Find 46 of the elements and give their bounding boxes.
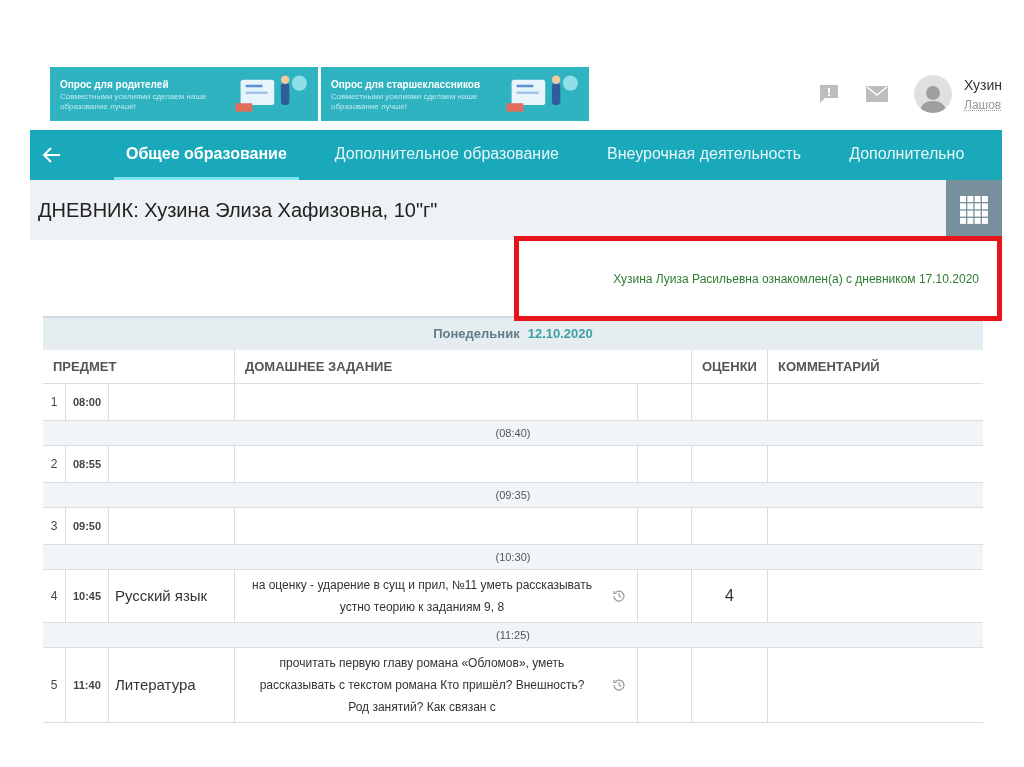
lesson-time: 08:55 <box>65 446 108 482</box>
lesson-time: 08:00 <box>65 384 108 420</box>
lesson-time: 11:40 <box>65 648 108 722</box>
page-title: ДНЕВНИК: Хузина Элиза Хафизовна, 10"г" <box>38 198 438 223</box>
user-silhouette-icon <box>919 83 947 113</box>
grade[interactable]: 4 <box>725 584 734 608</box>
break-time: (10:30) <box>495 549 531 565</box>
subject-name[interactable]: Русский язык <box>115 584 208 608</box>
survey-banner[interactable]: Опрос для старшеклассников Совместными усилиями сделаем наше образование лучше! <box>321 67 589 121</box>
lesson-time: 10:45 <box>65 570 108 622</box>
column-header: ДОМАШНЕЕ ЗАДАНИЕ <box>234 350 691 383</box>
nav-tab[interactable]: Дополнительное образование <box>322 130 571 180</box>
history-icon[interactable] <box>611 588 627 604</box>
homework-text: на оценку - ударение в сущ и прил, №11 уметь рассказывать устно теорию к заданиям 9, 8 <box>251 577 593 616</box>
lesson-number: 5 <box>49 677 59 694</box>
mail-icon[interactable] <box>866 86 888 102</box>
break-time: (11:25) <box>495 627 530 643</box>
alert-icon[interactable] <box>818 84 840 104</box>
back-arrow-icon[interactable] <box>42 145 62 165</box>
lesson-number: 4 <box>49 588 59 605</box>
lesson-number: 1 <box>49 394 59 411</box>
banner-subtitle: Совместными усилиями сделаем наше образование лучше! <box>331 91 479 112</box>
history-icon[interactable] <box>611 677 627 693</box>
lesson-number: 3 <box>49 518 59 535</box>
subject-name[interactable]: Литература <box>115 673 196 697</box>
avatar[interactable] <box>914 75 952 113</box>
acknowledgement-text: Хузина Луиза Расильевна ознакомлен(а) с дневником 17.10.2020 <box>613 270 979 288</box>
nav-tab[interactable]: Дополнительно <box>837 130 977 180</box>
column-header: КОММЕНТАРИЙ <box>767 350 983 383</box>
column-header: ПРЕДМЕТ <box>52 357 118 376</box>
day-date: 12.10.2020 <box>527 325 593 344</box>
break-time: (09:35) <box>495 487 531 503</box>
survey-banner[interactable]: Опрос для родителей Совместными усилиями сделаем наше образование лучше! <box>50 67 318 121</box>
column-header: ОЦЕНКИ <box>691 350 767 383</box>
grid-icon <box>960 196 988 224</box>
lesson-number: 2 <box>49 456 59 473</box>
nav-tab[interactable]: Внеурочная деятельность <box>594 130 814 180</box>
user-name[interactable]: Хузин <box>964 74 1002 96</box>
day-name: Понедельник <box>433 325 520 344</box>
banner-title: Опрос для старшеклассников <box>331 77 481 92</box>
banner-subtitle: Совместными усилиями сделаем наше образование лучше! <box>60 91 208 112</box>
lesson-time: 09:50 <box>65 508 108 544</box>
break-time: (08:40) <box>495 425 531 441</box>
homework-text: прочитать первую главу романа «Обломов», уметь рассказывать с текстом романа Кто пришёл? Внешность? Род занятий? Как связан с <box>258 655 586 716</box>
banner-title: Опрос для родителей <box>60 77 170 92</box>
school-link[interactable]: Лашов <box>964 95 1002 114</box>
